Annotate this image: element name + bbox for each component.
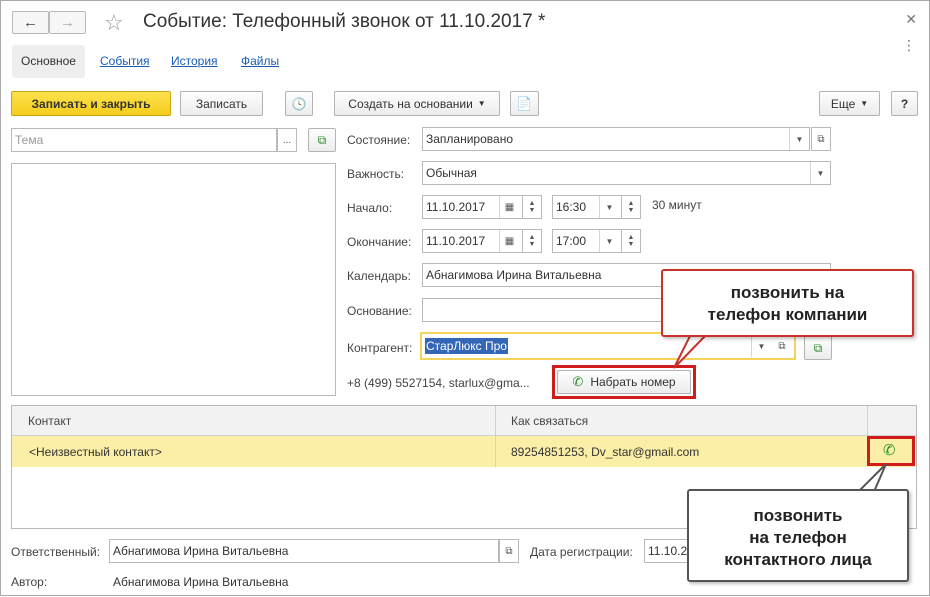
counterparty-action-button[interactable]: ⧉ — [804, 336, 832, 360]
open-icon: ⧉ — [778, 340, 786, 352]
row-contact: <Неизвестный контакт> — [29, 445, 162, 459]
forward-button[interactable]: → — [49, 11, 86, 34]
column-divider — [495, 436, 496, 467]
subject-placeholder: Тема — [15, 133, 44, 147]
more-label: Еще — [830, 96, 856, 111]
open-counterparty-button[interactable]: ⧉ — [772, 335, 792, 357]
event-window: ← → ☆ Событие: Телефонный звонок от 11.1… — [0, 0, 930, 596]
column-contact[interactable]: Контакт — [28, 414, 71, 428]
callout-contact-phone: позвонить на телефон контактного лица — [687, 489, 909, 582]
calendar-icon[interactable]: ▦ — [499, 230, 519, 252]
basis-select[interactable] — [422, 298, 682, 322]
save-and-close-button[interactable]: Записать и закрыть — [11, 91, 171, 116]
phone-call-icon: ✆ — [572, 374, 584, 389]
open-icon: ⧉ — [817, 133, 825, 145]
open-state-button[interactable]: ⧉ — [811, 127, 831, 151]
end-date-value: 11.10.2017 — [426, 234, 486, 248]
state-label: Состояние: — [347, 133, 411, 147]
chevron-down-icon[interactable]: ▼ — [751, 335, 771, 357]
responsible-value: Абнагимова Ирина Витальевна — [113, 544, 289, 558]
column-how-to-contact[interactable]: Как связаться — [511, 414, 588, 428]
favorite-star-icon[interactable]: ☆ — [104, 10, 124, 36]
counterparty-contact-info: +8 (499) 5527154, starlux@gma... — [347, 376, 530, 390]
end-label: Окончание: — [347, 235, 412, 249]
author-value: Абнагимова Ирина Витальевна — [113, 575, 289, 589]
tab-main[interactable]: Основное — [12, 45, 85, 78]
window-title: Событие: Телефонный звонок от 11.10.2017… — [143, 11, 546, 32]
phone-call-icon[interactable]: ✆ — [883, 441, 896, 459]
basis-label: Основание: — [347, 304, 412, 318]
duration-text: 30 минут — [652, 198, 702, 212]
schedule-button[interactable]: 🕓 — [285, 91, 313, 116]
chevron-down-icon[interactable]: ▼ — [810, 162, 830, 184]
author-label: Автор: — [11, 575, 48, 589]
document-icon: 📄 — [516, 95, 533, 111]
insert-template-icon: ⧉ — [813, 340, 823, 355]
chevron-down-icon[interactable]: ▼ — [789, 128, 809, 150]
reg-date-label: Дата регистрации: — [530, 545, 633, 559]
table-header: Контакт Как связаться — [12, 406, 916, 436]
importance-label: Важность: — [347, 167, 405, 181]
chevron-down-icon[interactable]: ▼ — [599, 196, 619, 218]
description-textarea[interactable] — [11, 163, 336, 396]
start-time-stepper[interactable]: ▲ ▼ — [621, 195, 641, 219]
dial-button-label: Набрать номер — [590, 375, 676, 389]
responsible-label: Ответственный: — [11, 545, 101, 559]
start-time-value: 16:30 — [556, 200, 587, 214]
dropdown-arrow-icon: ▼ — [860, 99, 869, 108]
more-dots-icon[interactable]: ⋮ — [902, 37, 917, 54]
tab-events[interactable]: События — [100, 45, 150, 78]
start-label: Начало: — [347, 201, 393, 215]
calendar-icon[interactable]: ▦ — [499, 196, 519, 218]
table-row[interactable]: <Неизвестный контакт> 89254851253, Dv_st… — [12, 436, 916, 467]
arrow-left-icon: ← — [23, 14, 38, 31]
importance-select[interactable]: Обычная — [422, 161, 831, 185]
back-button[interactable]: ← — [12, 11, 49, 34]
calendar-value: Абнагимова Ирина Витальевна — [426, 268, 602, 282]
tab-history[interactable]: История — [171, 45, 218, 78]
responsible-select[interactable]: Абнагимова Ирина Витальевна — [109, 539, 499, 563]
start-date-stepper[interactable]: ▲ ▼ — [522, 195, 542, 219]
row-how-to-contact: 89254851253, Dv_star@gmail.com — [511, 445, 700, 459]
dropdown-arrow-icon: ▼ — [477, 99, 486, 108]
open-icon: ⧉ — [505, 545, 513, 557]
state-select[interactable]: Запланировано — [422, 127, 810, 151]
chevron-down-icon[interactable]: ▼ — [599, 230, 619, 252]
column-divider — [867, 406, 868, 436]
help-button[interactable]: ? — [891, 91, 918, 116]
more-button[interactable]: Еще ▼ — [819, 91, 880, 116]
column-divider — [495, 406, 496, 436]
end-time-stepper[interactable]: ▲ ▼ — [621, 229, 641, 253]
dial-number-button[interactable]: ✆ Набрать номер — [557, 370, 691, 394]
end-date-stepper[interactable]: ▲ ▼ — [522, 229, 542, 253]
arrow-right-icon: → — [60, 14, 75, 31]
tab-files[interactable]: Файлы — [241, 45, 279, 78]
subject-select-button[interactable]: ... — [277, 128, 297, 152]
start-date-value: 11.10.2017 — [426, 200, 486, 214]
document-clock-icon: 🕓 — [291, 96, 307, 111]
counterparty-value: СтарЛюкс Про — [425, 338, 508, 354]
counterparty-label: Контрагент: — [347, 341, 413, 355]
save-button[interactable]: Записать — [180, 91, 263, 116]
subject-template-button[interactable]: ⧉ — [308, 128, 336, 152]
state-value: Запланировано — [426, 132, 513, 146]
open-responsible-button[interactable]: ⧉ — [499, 539, 519, 563]
importance-value: Обычная — [426, 166, 477, 180]
create-based-label: Создать на основании — [348, 96, 473, 111]
subject-input[interactable]: Тема — [11, 128, 277, 152]
report-button[interactable]: 📄 — [510, 91, 539, 116]
end-time-value: 17:00 — [556, 234, 587, 248]
create-based-on-button[interactable]: Создать на основании ▼ — [334, 91, 500, 116]
insert-template-icon: ⧉ — [317, 132, 327, 147]
callout-company-phone: позвонить на телефон компании — [661, 269, 914, 337]
calendar-label: Календарь: — [347, 269, 411, 283]
close-icon[interactable]: ✕ — [905, 11, 917, 28]
